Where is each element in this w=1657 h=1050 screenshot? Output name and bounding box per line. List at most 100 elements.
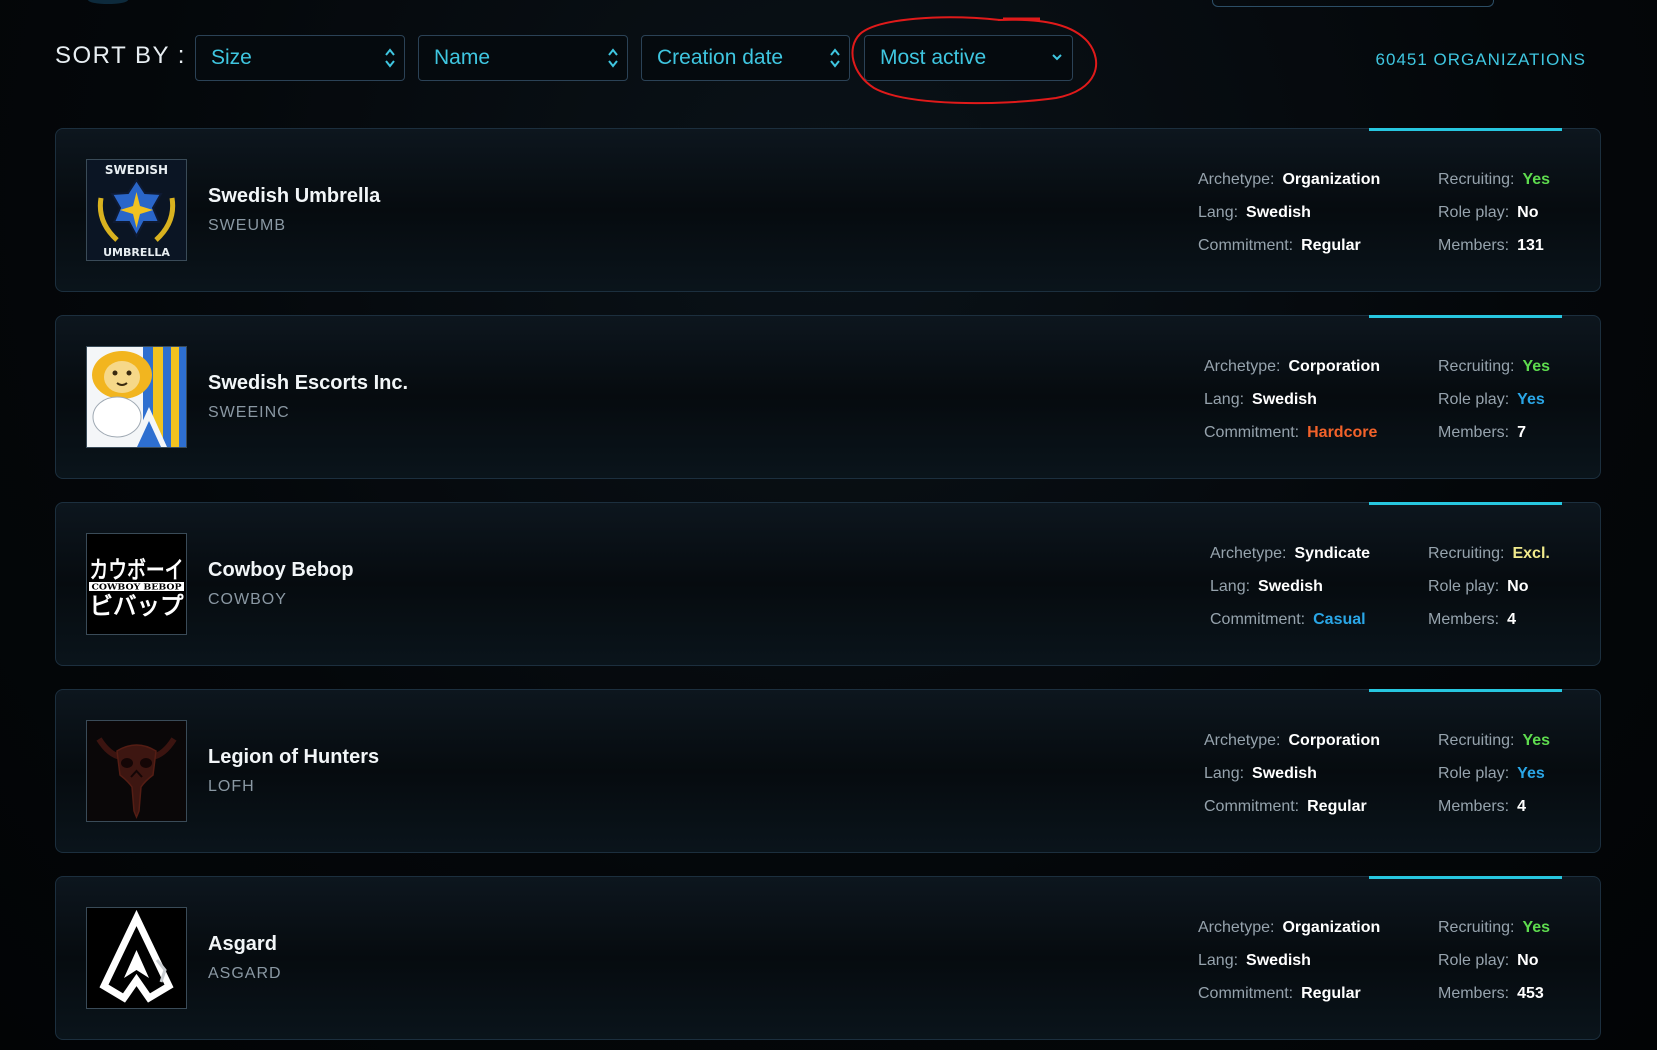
recruiting-value: Yes [1522, 732, 1551, 749]
recruiting-value: Yes [1522, 171, 1551, 188]
card-accent-bar [1369, 315, 1562, 318]
lang-field: Lang: Swedish [1204, 765, 1317, 782]
commitment-value: Regular [1307, 798, 1367, 815]
lang-field: Lang: Swedish [1204, 391, 1317, 408]
archetype-field: Archetype: Syndicate [1210, 545, 1371, 562]
members-value: 4 [1507, 611, 1517, 628]
org-card-asgard[interactable]: Asgard ASGARD Archetype: Organization Lan… [55, 876, 1601, 1040]
org-name[interactable]: Swedish Escorts Inc. [208, 372, 408, 395]
recruiting-field: Recruiting: Excl. [1428, 545, 1550, 562]
roleplay-value: Yes [1517, 765, 1545, 782]
sort-size-select[interactable]: Size [195, 35, 405, 81]
members-field: Members: 7 [1438, 424, 1527, 441]
roleplay-value: No [1517, 204, 1539, 221]
lang-value: Swedish [1258, 578, 1323, 595]
roleplay-field: Role play: No [1438, 952, 1539, 969]
logo-text-top: カウボーイ [90, 556, 184, 584]
recruiting-field: Recruiting: Yes [1438, 171, 1551, 188]
org-card-swedish-escorts[interactable]: Swedish Escorts Inc. SWEEINC Archetype: C… [55, 315, 1601, 479]
cowboy-bebop-logo[interactable]: カウボーイ COWBOY BEBOP ビバップ [86, 533, 187, 635]
commitment-field: Commitment: Regular [1204, 798, 1367, 815]
org-name[interactable]: Legion of Hunters [208, 746, 379, 769]
lang-value: Swedish [1246, 952, 1311, 969]
logo-text-bottom: UMBRELLA [103, 246, 170, 259]
lang-value: Swedish [1252, 765, 1317, 782]
org-name[interactable]: Asgard [208, 933, 277, 956]
search-box-edge[interactable] [1212, 0, 1494, 7]
recruiting-field: Recruiting: Yes [1438, 919, 1551, 936]
recruiting-value: Yes [1522, 919, 1551, 936]
commitment-value: Casual [1313, 611, 1366, 628]
recruiting-field: Recruiting: Yes [1438, 358, 1551, 375]
members-value: 7 [1517, 424, 1527, 441]
swedish-umbrella-logo[interactable]: SWEDISH UMBRELLA [86, 159, 187, 261]
sort-name-label: Name [434, 46, 491, 69]
card-accent-bar [1369, 689, 1562, 692]
roleplay-value: Yes [1517, 391, 1545, 408]
sort-updown-icon [385, 48, 395, 68]
lang-value: Swedish [1252, 391, 1317, 408]
commitment-value: Regular [1301, 985, 1361, 1002]
hunter-skull-logo[interactable] [86, 720, 187, 822]
commitment-value: Regular [1301, 237, 1361, 254]
org-tag: COWBOY [208, 591, 287, 608]
organization-count: 60451 ORGANIZATIONS [1375, 50, 1586, 69]
recruiting-field: Recruiting: Yes [1438, 732, 1551, 749]
archetype-field: Archetype: Organization [1198, 171, 1381, 188]
sort-by-label: SORT BY : [55, 42, 186, 69]
org-tag: SWEUMB [208, 217, 286, 234]
lang-value: Swedish [1246, 204, 1311, 221]
asgard-logo[interactable] [86, 907, 187, 1009]
roleplay-value: No [1507, 578, 1529, 595]
logo-text-bottom: ビバップ [90, 592, 185, 620]
members-value: 4 [1517, 798, 1527, 815]
lang-field: Lang: Swedish [1198, 952, 1311, 969]
logo-text-top: SWEDISH [105, 163, 168, 177]
commitment-value: Hardcore [1307, 424, 1378, 441]
org-tag: LOFH [208, 778, 255, 795]
sort-most-active-select[interactable]: Most active [864, 35, 1073, 81]
roleplay-field: Role play: Yes [1438, 765, 1545, 782]
members-value: 131 [1517, 237, 1544, 254]
org-card-swedish-umbrella[interactable]: SWEDISH UMBRELLA Swedish Umbrella SWEUMB… [55, 128, 1601, 292]
sort-most-active-label: Most active [880, 46, 987, 69]
sort-name-select[interactable]: Name [418, 35, 628, 81]
roleplay-field: Role play: No [1428, 578, 1529, 595]
chevron-down-icon [1052, 54, 1062, 61]
top-glow-decoration [88, 0, 128, 4]
archetype-value: Organization [1282, 171, 1381, 188]
org-name[interactable]: Cowboy Bebop [208, 559, 354, 582]
organizations-page: SORT BY : Size Name Creation date Most a… [0, 0, 1657, 1050]
commitment-field: Commitment: Regular [1198, 237, 1361, 254]
archetype-field: Archetype: Corporation [1204, 732, 1381, 749]
members-field: Members: 4 [1428, 611, 1517, 628]
lang-field: Lang: Swedish [1198, 204, 1311, 221]
sort-creation-date-label: Creation date [657, 46, 784, 69]
sort-creation-date-select[interactable]: Creation date [641, 35, 850, 81]
sort-updown-icon [608, 48, 618, 68]
card-accent-bar [1369, 502, 1562, 505]
sort-updown-icon [830, 48, 840, 68]
archetype-value: Organization [1282, 919, 1381, 936]
commitment-field: Commitment: Regular [1198, 985, 1361, 1002]
archetype-field: Archetype: Corporation [1204, 358, 1381, 375]
members-field: Members: 4 [1438, 798, 1527, 815]
org-tag: SWEEINC [208, 404, 290, 421]
org-name[interactable]: Swedish Umbrella [208, 185, 380, 208]
commitment-field: Commitment: Casual [1210, 611, 1366, 628]
roleplay-field: Role play: No [1438, 204, 1539, 221]
archetype-field: Archetype: Organization [1198, 919, 1381, 936]
card-accent-bar [1369, 876, 1562, 879]
members-value: 453 [1517, 985, 1544, 1002]
org-card-legion-of-hunters[interactable]: Legion of Hunters LOFH Archetype: Corpora… [55, 689, 1601, 853]
archetype-value: Corporation [1288, 732, 1381, 749]
commitment-field: Commitment: Hardcore [1204, 424, 1378, 441]
roleplay-field: Role play: Yes [1438, 391, 1545, 408]
roleplay-value: No [1517, 952, 1539, 969]
archetype-value: Syndicate [1294, 545, 1371, 562]
members-field: Members: 453 [1438, 985, 1544, 1002]
archetype-value: Corporation [1288, 358, 1381, 375]
lion-flag-logo[interactable] [86, 346, 187, 448]
org-tag: ASGARD [208, 965, 282, 982]
org-card-cowboy-bebop[interactable]: カウボーイ COWBOY BEBOP ビバップ Cowboy Bebop COW… [55, 502, 1601, 666]
